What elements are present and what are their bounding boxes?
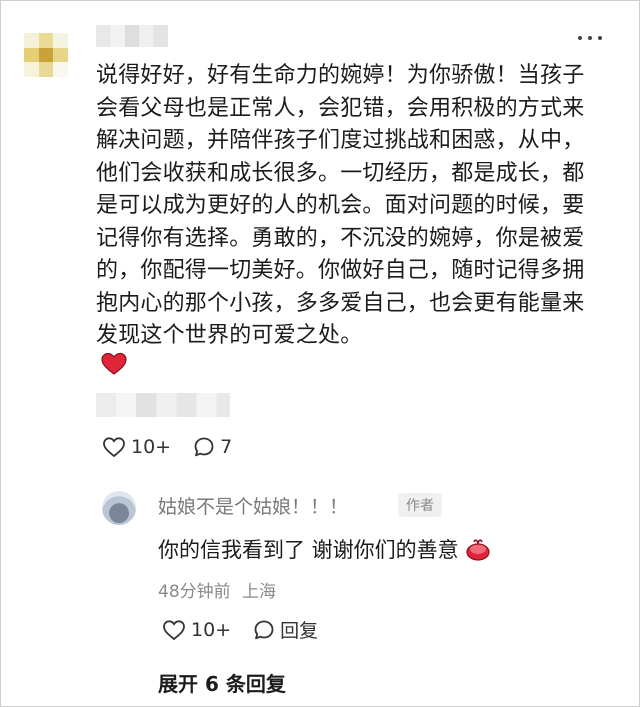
- red-gift-icon: [466, 539, 490, 561]
- comment-bubble-icon: [254, 620, 274, 639]
- reply-like-count: 10+: [191, 618, 232, 641]
- author-badge: 作者: [398, 493, 442, 517]
- commenter-name-blurred[interactable]: [96, 25, 168, 47]
- reply-location: 上海: [242, 582, 277, 602]
- reply-count: 7: [220, 436, 233, 458]
- reply-count-button[interactable]: 7: [193, 436, 232, 458]
- reply-author-name[interactable]: 姑娘不是个姑娘！！！: [158, 492, 348, 519]
- comment-time-blurred: [96, 393, 230, 417]
- reply-text: 你的信我看到了 谢谢你们的善意: [158, 538, 459, 562]
- like-count: 10+: [131, 436, 172, 458]
- reply-meta: 48分钟前 上海: [158, 577, 276, 602]
- reply-button[interactable]: 回复: [253, 616, 318, 643]
- like-button[interactable]: 10+: [102, 436, 171, 458]
- more-options-icon[interactable]: [578, 30, 602, 46]
- red-heart-icon: [101, 352, 127, 375]
- heart-outline-icon: [103, 437, 125, 458]
- comment-bubble-icon: [194, 437, 214, 457]
- expand-replies-link[interactable]: 展开 6 条回复: [158, 668, 286, 697]
- reply-text-row: 你的信我看到了 谢谢你们的善意: [158, 534, 491, 564]
- reply-like-button[interactable]: 10+: [162, 619, 231, 641]
- reply-time: 48分钟前: [158, 582, 231, 602]
- reply-actions: 10+ 回复: [162, 616, 340, 643]
- commenter-avatar[interactable]: [24, 33, 68, 77]
- comment-text: 说得好好，好有生命力的婉婷！为你骄傲！当孩子会看父母也是正常人，会犯错，会用积极…: [96, 63, 585, 348]
- heart-outline-icon: [163, 619, 185, 640]
- reply-author-avatar[interactable]: [102, 491, 136, 525]
- comment-actions: 10+ 7: [102, 436, 254, 458]
- reply-button-label: 回复: [280, 620, 319, 642]
